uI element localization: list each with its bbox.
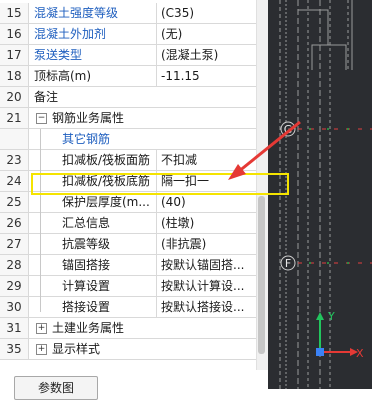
annotation-arrow-layer	[228, 120, 301, 180]
annotation-arrow	[237, 120, 301, 174]
